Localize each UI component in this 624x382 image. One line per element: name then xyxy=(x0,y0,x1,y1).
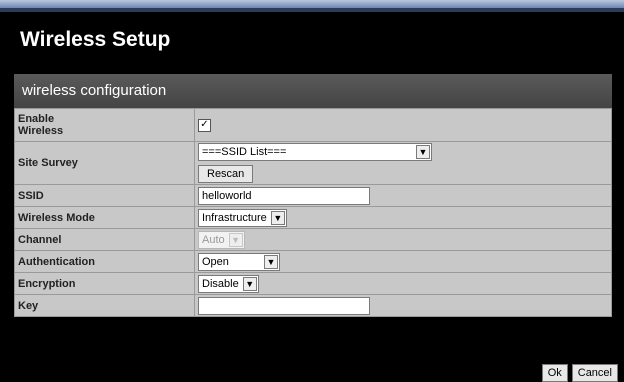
row-encryption: Encryption Disable ▼ xyxy=(14,272,612,295)
chevron-down-icon: ▼ xyxy=(242,276,257,291)
channel-cell: Auto ▼ xyxy=(194,228,612,251)
enable-wireless-checkbox[interactable]: ✓ xyxy=(198,118,211,132)
ssid-list-value: ===SSID List=== xyxy=(202,146,287,158)
site-survey-cell: ===SSID List=== ▼ Rescan xyxy=(194,141,612,185)
footer-buttons: Ok Cancel xyxy=(538,363,618,382)
chevron-down-icon: ▼ xyxy=(228,232,243,247)
site-survey-label: Site Survey xyxy=(14,141,195,185)
page-title: Wireless Setup xyxy=(20,28,171,51)
row-ssid: SSID helloworld xyxy=(14,184,612,207)
key-cell xyxy=(194,294,612,317)
ok-button[interactable]: Ok xyxy=(541,364,568,382)
channel-select: Auto ▼ xyxy=(198,230,245,249)
panel-header: wireless configuration xyxy=(14,74,612,109)
chevron-down-icon: ▼ xyxy=(264,254,278,269)
row-wireless-mode: Wireless Mode Infrastructure ▼ xyxy=(14,206,612,229)
key-label: Key xyxy=(14,294,195,317)
wireless-config-table: Enable Wireless ✓ Site Survey ===SSID Li… xyxy=(14,108,612,317)
window-top-bar xyxy=(0,0,624,8)
wireless-mode-select[interactable]: Infrastructure ▼ xyxy=(198,208,287,227)
chevron-down-icon: ▼ xyxy=(416,145,430,159)
authentication-cell: Open ▼ xyxy=(194,250,612,273)
row-enable-wireless: Enable Wireless ✓ xyxy=(14,108,612,142)
rescan-button[interactable]: Rescan xyxy=(198,165,254,183)
row-channel: Channel Auto ▼ xyxy=(14,228,612,251)
panel-title: wireless configuration xyxy=(22,82,167,99)
authentication-label: Authentication xyxy=(14,250,195,273)
encryption-label: Encryption xyxy=(14,272,195,295)
encryption-value: Disable xyxy=(202,277,239,290)
window-top-bar-shadow xyxy=(0,8,624,12)
ssid-cell: helloworld xyxy=(194,184,612,207)
row-authentication: Authentication Open ▼ xyxy=(14,250,612,273)
checkmark-icon: ✓ xyxy=(200,119,209,131)
channel-value: Auto xyxy=(202,233,225,246)
row-site-survey: Site Survey ===SSID List=== ▼ Rescan xyxy=(14,141,612,185)
wireless-mode-label: Wireless Mode xyxy=(14,206,195,229)
enable-wireless-cell: ✓ xyxy=(194,108,612,142)
ssid-list-select[interactable]: ===SSID List=== ▼ xyxy=(198,143,432,161)
wireless-mode-value: Infrastructure xyxy=(202,211,267,224)
authentication-select[interactable]: Open ▼ xyxy=(198,252,280,271)
ssid-input[interactable]: helloworld xyxy=(198,186,370,205)
key-input[interactable] xyxy=(198,296,370,315)
enable-wireless-label: Enable Wireless xyxy=(14,108,195,142)
row-key: Key xyxy=(14,294,612,317)
cancel-button[interactable]: Cancel xyxy=(571,364,618,382)
channel-label: Channel xyxy=(14,228,195,251)
wireless-mode-cell: Infrastructure ▼ xyxy=(194,206,612,229)
authentication-value: Open xyxy=(202,255,229,268)
chevron-down-icon: ▼ xyxy=(270,210,285,225)
encryption-cell: Disable ▼ xyxy=(194,272,612,295)
ssid-label: SSID xyxy=(14,184,195,207)
encryption-select[interactable]: Disable ▼ xyxy=(198,274,259,293)
